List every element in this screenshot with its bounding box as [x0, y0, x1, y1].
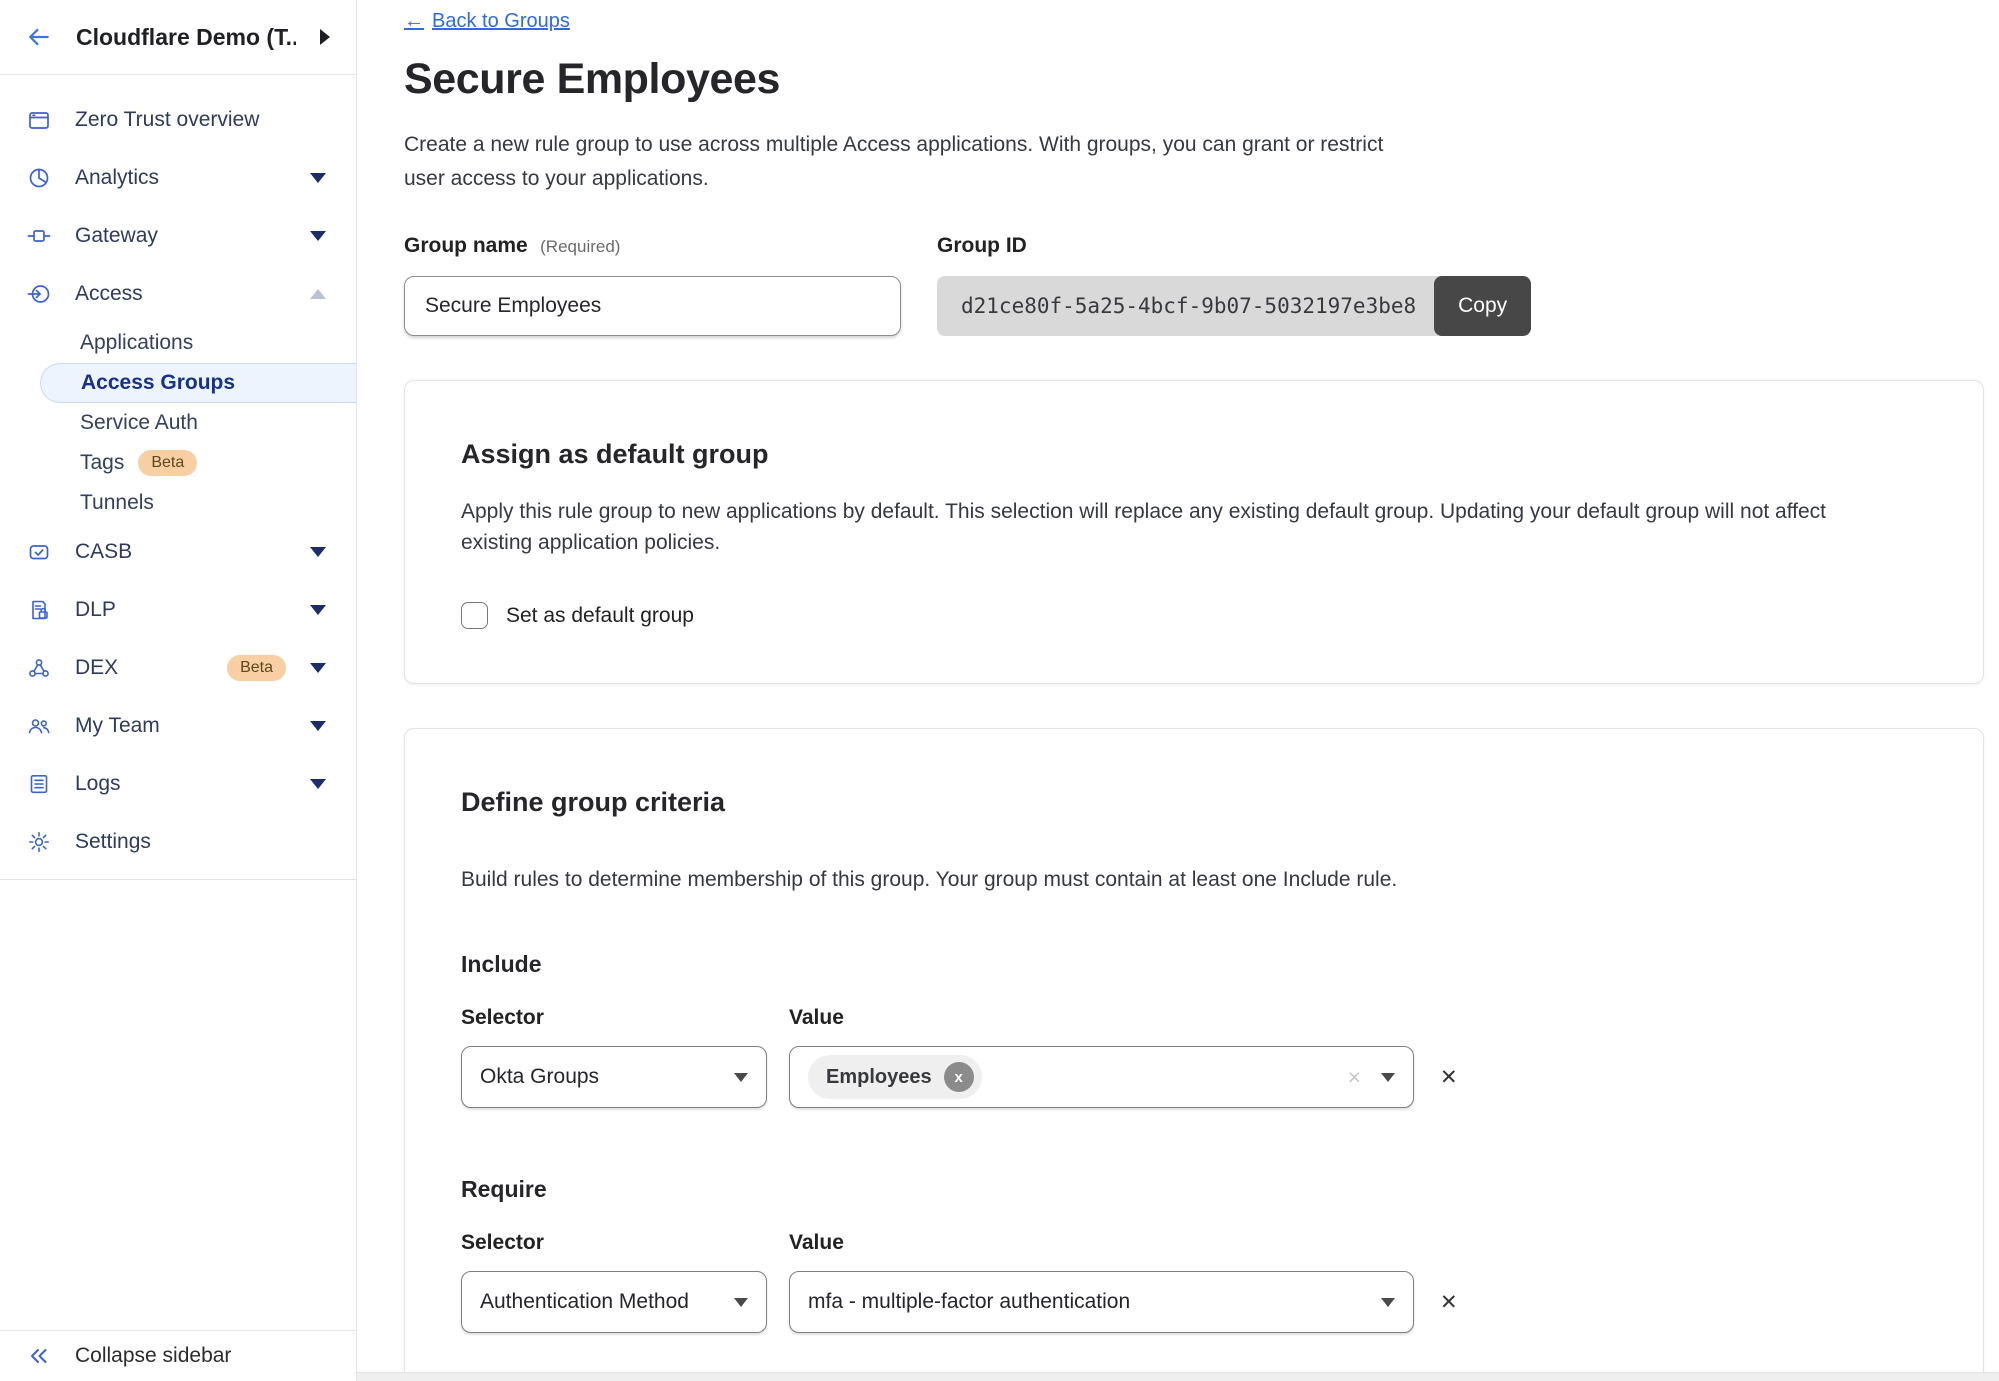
require-selector-dropdown[interactable]: Authentication Method — [461, 1271, 767, 1333]
beta-badge: Beta — [138, 450, 197, 476]
require-rule-row: Authentication Method mfa - multiple-fac… — [461, 1271, 1927, 1333]
include-heading: Include — [461, 951, 1927, 978]
sidebar: Cloudflare Demo (T... Zero Trust overvie… — [0, 0, 357, 1381]
document-lock-icon — [27, 598, 51, 622]
sidebar-item-access-groups[interactable]: Access Groups — [40, 363, 356, 403]
chevron-up-icon[interactable] — [310, 289, 326, 299]
network-nodes-icon — [27, 656, 51, 680]
card-title: Assign as default group — [461, 439, 1927, 470]
back-arrow-icon: ← — [404, 10, 424, 33]
team-name[interactable]: Cloudflare Demo (T... — [76, 24, 296, 51]
chevron-down-icon[interactable] — [310, 231, 326, 241]
chevron-down-icon[interactable] — [310, 605, 326, 615]
remove-include-rule-icon[interactable]: ✕ — [1440, 1065, 1458, 1090]
sidebar-divider — [0, 879, 356, 880]
remove-require-rule-icon[interactable]: ✕ — [1440, 1290, 1458, 1315]
group-name-input[interactable] — [404, 276, 901, 336]
back-to-groups-link[interactable]: ← Back to Groups — [404, 10, 570, 33]
casb-icon — [27, 540, 51, 564]
chevron-down-icon — [1381, 1298, 1395, 1307]
card-title: Define group criteria — [461, 787, 1927, 818]
sidebar-item-applications[interactable]: Applications — [0, 323, 356, 363]
collapse-label: Collapse sidebar — [75, 1344, 231, 1368]
group-id-label: Group ID — [937, 234, 1027, 257]
expand-chevron-icon[interactable] — [320, 29, 330, 45]
pie-chart-icon — [27, 166, 51, 190]
back-arrow-icon[interactable] — [26, 24, 52, 50]
require-value-dropdown[interactable]: mfa - multiple-factor authentication — [789, 1271, 1414, 1333]
window-icon — [27, 108, 51, 132]
default-group-card: Assign as default group Apply this rule … — [404, 380, 1984, 684]
chevron-down-icon[interactable] — [310, 173, 326, 183]
group-name-field: Group name (Required) — [404, 234, 901, 336]
sidebar-item-service-auth[interactable]: Service Auth — [0, 403, 356, 443]
collapse-sidebar[interactable]: Collapse sidebar — [0, 1330, 356, 1381]
people-icon — [27, 714, 51, 738]
value-label: Value — [789, 1006, 844, 1030]
sidebar-item-dlp[interactable]: DLP — [0, 581, 356, 639]
checkbox-label: Set as default group — [506, 604, 694, 628]
sidebar-item-tags[interactable]: Tags Beta — [0, 443, 356, 483]
sidebar-item-logs[interactable]: Logs — [0, 755, 356, 813]
sidebar-nav: Zero Trust overview Analytics Gateway Ac… — [0, 75, 356, 1330]
sidebar-item-zero-trust-overview[interactable]: Zero Trust overview — [0, 91, 356, 149]
sidebar-item-my-team[interactable]: My Team — [0, 697, 356, 755]
gear-icon — [27, 830, 51, 854]
value-chip: Employees x — [808, 1055, 982, 1099]
include-selector-dropdown[interactable]: Okta Groups — [461, 1046, 767, 1108]
copy-button[interactable]: Copy — [1434, 276, 1531, 336]
page-description: Create a new rule group to use across mu… — [404, 128, 1384, 196]
chip-remove-icon[interactable]: x — [944, 1062, 974, 1092]
group-name-label: Group name — [404, 234, 528, 257]
beta-badge: Beta — [227, 655, 286, 681]
logs-document-icon — [27, 772, 51, 796]
card-description: Build rules to determine membership of t… — [461, 864, 1891, 895]
sidebar-item-gateway[interactable]: Gateway — [0, 207, 356, 265]
chevron-down-icon[interactable] — [310, 547, 326, 557]
sidebar-item-settings[interactable]: Settings — [0, 813, 356, 871]
require-heading: Require — [461, 1176, 1927, 1203]
selector-label: Selector — [461, 1006, 789, 1030]
access-login-icon — [27, 282, 51, 306]
include-rule-row: Okta Groups Employees x × ✕ — [461, 1046, 1927, 1108]
group-id-value: d21ce80f-5a25-4bcf-9b07-5032197e3be8 — [937, 276, 1440, 336]
chevron-down-icon — [1381, 1073, 1395, 1082]
sidebar-item-casb[interactable]: CASB — [0, 523, 356, 581]
collapse-icon — [27, 1344, 51, 1368]
chevron-down-icon[interactable] — [310, 779, 326, 789]
sidebar-item-dex[interactable]: DEX Beta — [0, 639, 356, 697]
main-content: ← Back to Groups Secure Employees Create… — [357, 0, 1999, 1381]
chevron-down-icon — [734, 1073, 748, 1082]
selector-label: Selector — [461, 1231, 789, 1255]
chevron-down-icon[interactable] — [310, 663, 326, 673]
gateway-icon — [27, 224, 51, 248]
page-title: Secure Employees — [404, 55, 1999, 104]
clear-icon[interactable]: × — [1348, 1064, 1361, 1091]
set-default-group-row[interactable]: Set as default group — [461, 602, 1927, 629]
group-id-field: Group ID d21ce80f-5a25-4bcf-9b07-5032197… — [937, 234, 1531, 336]
criteria-card: Define group criteria Build rules to det… — [404, 728, 1984, 1381]
card-description: Apply this rule group to new application… — [461, 496, 1891, 558]
bottom-bar-edge — [357, 1372, 1999, 1381]
include-value-multiselect[interactable]: Employees x × — [789, 1046, 1414, 1108]
required-hint: (Required) — [540, 237, 620, 256]
value-label: Value — [789, 1231, 844, 1255]
group-form-row: Group name (Required) Group ID d21ce80f-… — [404, 234, 1999, 336]
sidebar-header: Cloudflare Demo (T... — [0, 0, 356, 75]
sidebar-item-tunnels[interactable]: Tunnels — [0, 483, 356, 523]
sidebar-item-access[interactable]: Access — [0, 265, 356, 323]
sidebar-item-analytics[interactable]: Analytics — [0, 149, 356, 207]
chevron-down-icon — [734, 1298, 748, 1307]
chevron-down-icon[interactable] — [310, 721, 326, 731]
default-group-checkbox[interactable] — [461, 602, 488, 629]
